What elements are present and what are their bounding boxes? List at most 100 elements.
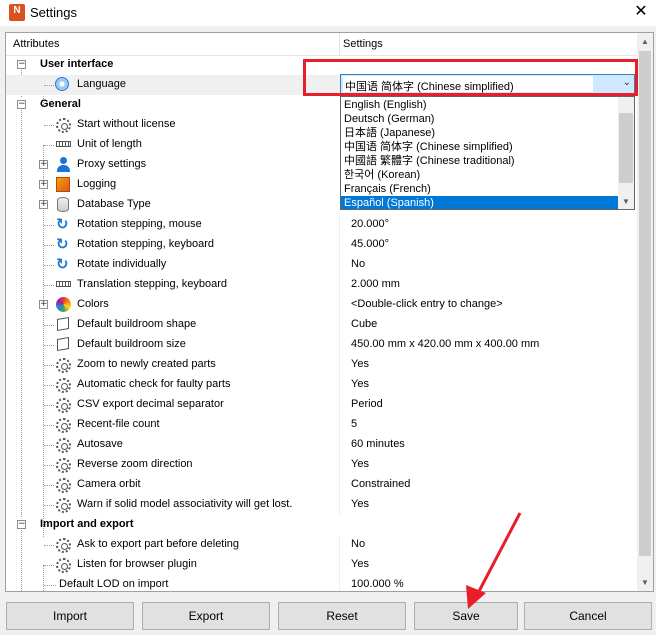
scroll-down-icon[interactable]: ▼ bbox=[637, 574, 653, 591]
language-option[interactable]: English (English) bbox=[341, 98, 619, 112]
dropdown-scroll-thumb[interactable] bbox=[619, 113, 633, 183]
row-value[interactable]: No bbox=[351, 258, 365, 270]
import-button[interactable]: Import bbox=[6, 602, 134, 630]
tree-line bbox=[44, 485, 54, 487]
gear-icon bbox=[56, 358, 71, 373]
expand-icon[interactable]: + bbox=[39, 160, 48, 169]
column-separator bbox=[339, 315, 340, 335]
section-import-export[interactable]: − Import and export bbox=[6, 515, 636, 535]
row-value[interactable]: 100.000 % bbox=[351, 578, 404, 590]
row-value[interactable]: Cube bbox=[351, 318, 377, 330]
row-label: Rotation stepping, keyboard bbox=[77, 238, 214, 250]
window-title: Settings bbox=[30, 5, 77, 20]
tree-line bbox=[44, 405, 54, 407]
row-reverse-zoom[interactable]: Reverse zoom direction Yes bbox=[6, 455, 636, 475]
row-buildroom-shape[interactable]: Default buildroom shape Cube bbox=[6, 315, 636, 335]
row-browser-plugin[interactable]: Listen for browser plugin Yes bbox=[6, 555, 636, 575]
row-translation-keyboard[interactable]: Translation stepping, keyboard 2.000 mm bbox=[6, 275, 636, 295]
export-button[interactable]: Export bbox=[142, 602, 270, 630]
column-separator bbox=[339, 575, 340, 591]
row-value[interactable]: 2.000 mm bbox=[351, 278, 400, 290]
language-dropdown-list[interactable]: English (English) Deutsch (German) 日本語 (… bbox=[340, 96, 635, 210]
close-icon[interactable]: ✕ bbox=[626, 0, 656, 26]
row-value[interactable]: 20.000° bbox=[351, 218, 389, 230]
vertical-scrollbar[interactable]: ▲ ▼ bbox=[637, 33, 653, 591]
row-value[interactable]: Yes bbox=[351, 458, 369, 470]
row-value[interactable]: <Double-click entry to change> bbox=[351, 298, 503, 310]
row-warn-solid[interactable]: Warn if solid model associativity will g… bbox=[6, 495, 636, 515]
expand-icon[interactable]: + bbox=[39, 300, 48, 309]
column-header-attributes[interactable]: Attributes bbox=[13, 38, 59, 50]
cancel-button[interactable]: Cancel bbox=[524, 602, 652, 630]
row-auto-check[interactable]: Automatic check for faulty parts Yes bbox=[6, 375, 636, 395]
expand-icon[interactable]: + bbox=[39, 180, 48, 189]
row-value[interactable]: Yes bbox=[351, 358, 369, 370]
dropdown-scrollbar[interactable]: ▼ bbox=[618, 97, 634, 209]
collapse-icon[interactable]: − bbox=[17, 60, 26, 69]
row-value[interactable]: Constrained bbox=[351, 478, 410, 490]
row-label: Default buildroom shape bbox=[77, 318, 197, 330]
row-label: Reverse zoom direction bbox=[77, 458, 193, 470]
collapse-icon[interactable]: − bbox=[17, 520, 26, 529]
row-buildroom-size[interactable]: Default buildroom size 450.00 mm x 420.0… bbox=[6, 335, 636, 355]
tree-line bbox=[44, 125, 54, 127]
row-colors[interactable]: + Colors <Double-click entry to change> bbox=[6, 295, 636, 315]
language-option[interactable]: 한국어 (Korean) bbox=[341, 168, 619, 182]
gear-icon bbox=[56, 498, 71, 513]
gear-icon bbox=[56, 558, 71, 573]
collapse-icon[interactable]: − bbox=[17, 100, 26, 109]
row-value[interactable]: 60 minutes bbox=[351, 438, 405, 450]
row-default-lod[interactable]: Default LOD on import 100.000 % bbox=[6, 575, 636, 591]
section-label: Import and export bbox=[40, 518, 134, 530]
scroll-down-icon[interactable]: ▼ bbox=[618, 194, 634, 209]
rotate-icon: ↻ bbox=[56, 236, 69, 253]
row-rotate-individually[interactable]: ↻ Rotate individually No bbox=[6, 255, 636, 275]
row-label: Database Type bbox=[77, 198, 151, 210]
row-label: Autosave bbox=[77, 438, 123, 450]
row-csv-separator[interactable]: CSV export decimal separator Period bbox=[6, 395, 636, 415]
row-value[interactable]: 45.000° bbox=[351, 238, 389, 250]
row-value[interactable]: Yes bbox=[351, 498, 369, 510]
column-separator bbox=[339, 375, 340, 395]
row-camera-orbit[interactable]: Camera orbit Constrained bbox=[6, 475, 636, 495]
tree-line bbox=[44, 445, 54, 447]
tree-line bbox=[44, 585, 56, 587]
gear-icon bbox=[56, 458, 71, 473]
tree-line bbox=[44, 365, 54, 367]
title-bar: N Settings ✕ bbox=[0, 0, 656, 26]
column-separator bbox=[339, 275, 340, 295]
column-header-settings[interactable]: Settings bbox=[343, 38, 383, 50]
row-value[interactable]: No bbox=[351, 538, 365, 550]
row-rotation-mouse[interactable]: ↻ Rotation stepping, mouse 20.000° bbox=[6, 215, 636, 235]
expand-icon[interactable]: + bbox=[39, 200, 48, 209]
row-value[interactable]: 450.00 mm x 420.00 mm x 400.00 mm bbox=[351, 338, 539, 350]
gear-icon bbox=[56, 378, 71, 393]
scroll-up-icon[interactable]: ▲ bbox=[637, 33, 653, 50]
scroll-thumb[interactable] bbox=[639, 51, 651, 556]
row-zoom-new-parts[interactable]: Zoom to newly created parts Yes bbox=[6, 355, 636, 375]
language-option[interactable]: 中国语 简体字 (Chinese simplified) bbox=[341, 140, 619, 154]
row-label: Default buildroom size bbox=[77, 338, 186, 350]
row-autosave[interactable]: Autosave 60 minutes bbox=[6, 435, 636, 455]
row-value[interactable]: 5 bbox=[351, 418, 357, 430]
row-label: Warn if solid model associativity will g… bbox=[77, 498, 293, 510]
language-option[interactable]: 中國語 繁體字 (Chinese traditional) bbox=[341, 154, 619, 168]
column-separator bbox=[339, 455, 340, 475]
row-rotation-keyboard[interactable]: ↻ Rotation stepping, keyboard 45.000° bbox=[6, 235, 636, 255]
language-option-highlighted[interactable]: Español (Spanish) bbox=[341, 196, 619, 209]
language-option[interactable]: 日本語 (Japanese) bbox=[341, 126, 619, 140]
row-value[interactable]: Period bbox=[351, 398, 383, 410]
row-value[interactable]: Yes bbox=[351, 378, 369, 390]
row-ask-export[interactable]: Ask to export part before deleting No bbox=[6, 535, 636, 555]
language-option[interactable]: Français (French) bbox=[341, 182, 619, 196]
tree-line bbox=[44, 425, 54, 427]
tree-line bbox=[44, 85, 54, 87]
column-separator bbox=[339, 355, 340, 375]
row-recent-files[interactable]: Recent-file count 5 bbox=[6, 415, 636, 435]
language-option[interactable]: Deutsch (German) bbox=[341, 112, 619, 126]
column-divider[interactable] bbox=[339, 33, 340, 55]
row-value[interactable]: Yes bbox=[351, 558, 369, 570]
column-separator bbox=[339, 395, 340, 415]
tree-line bbox=[44, 245, 54, 247]
reset-button[interactable]: Reset bbox=[278, 602, 406, 630]
